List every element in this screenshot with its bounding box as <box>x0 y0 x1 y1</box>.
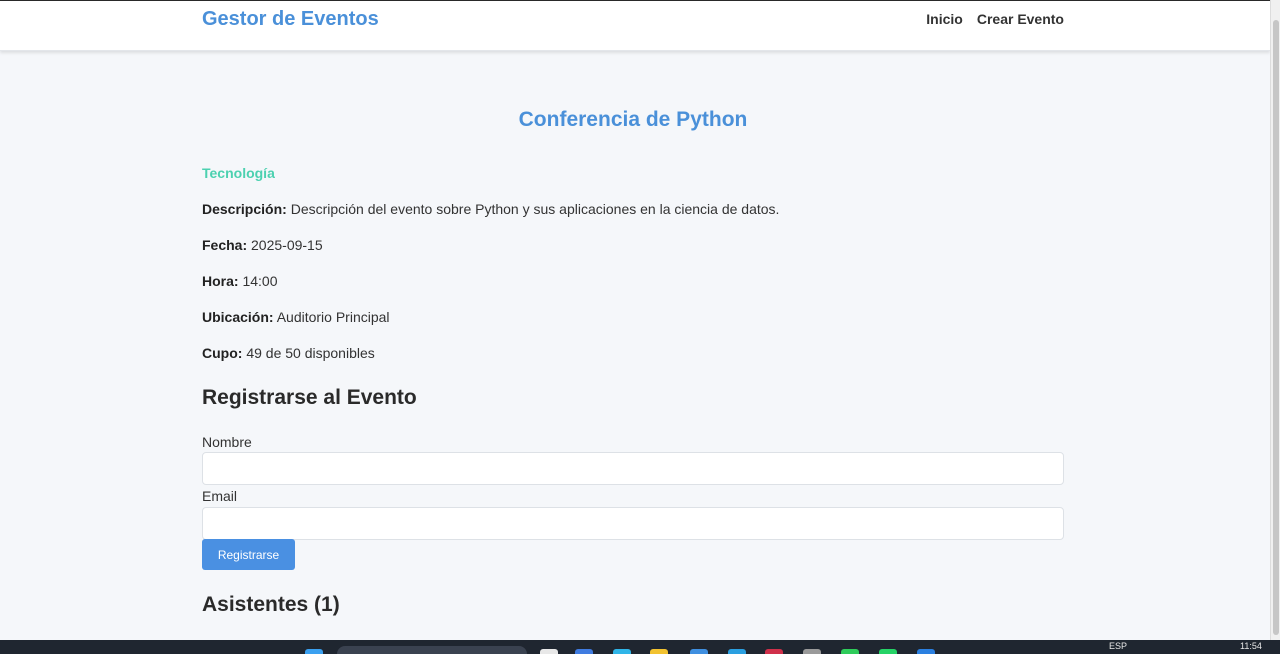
nav-link-crear-evento[interactable]: Crear Evento <box>977 11 1064 27</box>
name-label: Nombre <box>202 434 252 450</box>
registration-title: Registrarse al Evento <box>202 386 417 409</box>
os-taskbar: ESP 11:54 <box>0 640 1280 654</box>
app-icon[interactable] <box>917 649 935 654</box>
taskbar-search[interactable] <box>337 646 527 654</box>
event-description: Descripción: Descripción del evento sobr… <box>202 201 779 217</box>
browser-icon[interactable] <box>765 649 783 654</box>
detail-value: 49 de 50 disponibles <box>246 345 375 361</box>
app-icon[interactable] <box>575 649 593 654</box>
event-time: Hora: 14:00 <box>202 273 278 289</box>
attendees-title: Asistentes (1) <box>202 593 340 616</box>
detail-label: Descripción: <box>202 201 287 217</box>
nav-link-inicio[interactable]: Inicio <box>926 11 963 27</box>
spotify-icon[interactable] <box>841 649 859 654</box>
email-label: Email <box>202 488 238 504</box>
detail-label: Hora: <box>202 273 239 289</box>
event-title: Conferencia de Python <box>518 108 748 131</box>
app-icon[interactable] <box>803 649 821 654</box>
vscode-icon[interactable] <box>728 649 746 654</box>
taskbar-language[interactable]: ESP <box>1109 641 1127 651</box>
event-location: Ubicación: Auditorio Principal <box>202 309 390 325</box>
navbar: Gestor de Eventos Inicio Crear Evento <box>0 1 1270 51</box>
detail-value: Auditorio Principal <box>276 309 390 325</box>
scrollbar-thumb[interactable] <box>1273 20 1279 635</box>
nav-links: Inicio Crear Evento <box>926 11 1064 27</box>
detail-label: Cupo: <box>202 345 243 361</box>
taskbar-clock[interactable]: 11:54 <box>1240 641 1262 651</box>
detail-value: Descripción del evento sobre Python y su… <box>290 201 780 217</box>
name-input[interactable] <box>202 452 1064 485</box>
task-view-icon[interactable] <box>540 649 558 654</box>
event-capacity: Cupo: 49 de 50 disponibles <box>202 345 375 361</box>
event-category: Tecnología <box>202 165 275 181</box>
edge-icon[interactable] <box>613 649 631 654</box>
detail-label: Ubicación: <box>202 309 274 325</box>
register-button[interactable]: Registrarse <box>202 539 295 570</box>
email-input[interactable] <box>202 507 1064 540</box>
detail-value: 2025-09-15 <box>251 237 323 253</box>
event-date: Fecha: 2025-09-15 <box>202 237 323 253</box>
windows-start-icon[interactable] <box>305 649 323 654</box>
file-explorer-icon[interactable] <box>650 649 668 654</box>
page-scrollbar[interactable] <box>1270 0 1280 640</box>
detail-label: Fecha: <box>202 237 248 253</box>
brand-logo[interactable]: Gestor de Eventos <box>202 8 379 31</box>
detail-value: 14:00 <box>242 273 278 289</box>
whatsapp-icon[interactable] <box>879 649 897 654</box>
store-icon[interactable] <box>690 649 708 654</box>
